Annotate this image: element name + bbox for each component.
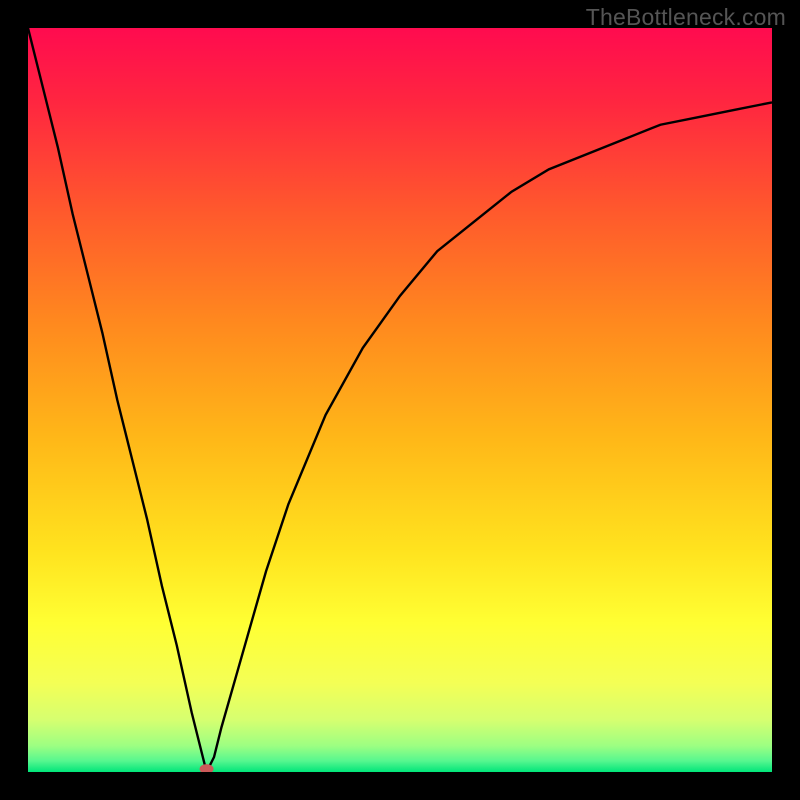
watermark-text: TheBottleneck.com bbox=[586, 4, 786, 31]
chart-frame bbox=[28, 28, 772, 772]
bottleneck-chart bbox=[28, 28, 772, 772]
gradient-bg bbox=[28, 28, 772, 772]
